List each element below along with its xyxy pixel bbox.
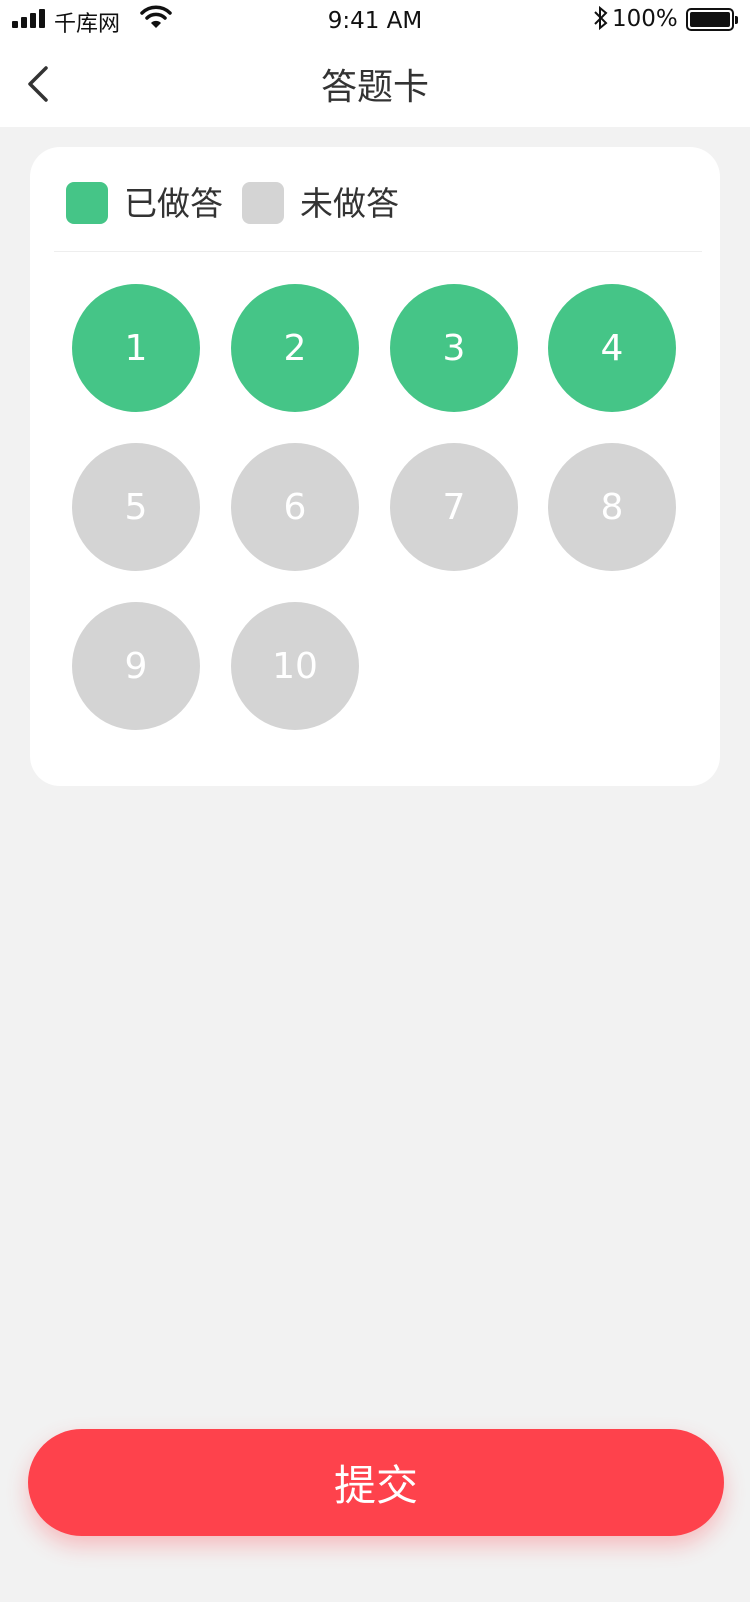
top-bar: 千库网 9:41 AM 100% 答题卡: [0, 0, 750, 127]
bluetooth-icon: [594, 5, 608, 31]
battery-icon: [686, 8, 738, 31]
question-button-1[interactable]: 1: [72, 284, 200, 412]
question-button-8[interactable]: 8: [548, 443, 676, 571]
question-button-10[interactable]: 10: [231, 602, 359, 730]
question-button-3[interactable]: 3: [390, 284, 518, 412]
page-title: 答题卡: [320, 67, 429, 108]
status-bar: 千库网 9:41 AM 100%: [0, 0, 750, 44]
submit-button[interactable]: 提交: [28, 1429, 724, 1536]
battery-percentage: 100%: [612, 6, 678, 32]
answer-sheet-card: 已做答 未做答 1 2 3 4 5 6 7 8 9 10: [30, 147, 720, 786]
question-grid: 1 2 3 4 5 6 7 8 9 10: [30, 147, 720, 786]
question-button-6[interactable]: 6: [231, 443, 359, 571]
question-button-5[interactable]: 5: [72, 443, 200, 571]
question-button-4[interactable]: 4: [548, 284, 676, 412]
question-button-2[interactable]: 2: [231, 284, 359, 412]
question-button-7[interactable]: 7: [390, 443, 518, 571]
question-button-9[interactable]: 9: [72, 602, 200, 730]
